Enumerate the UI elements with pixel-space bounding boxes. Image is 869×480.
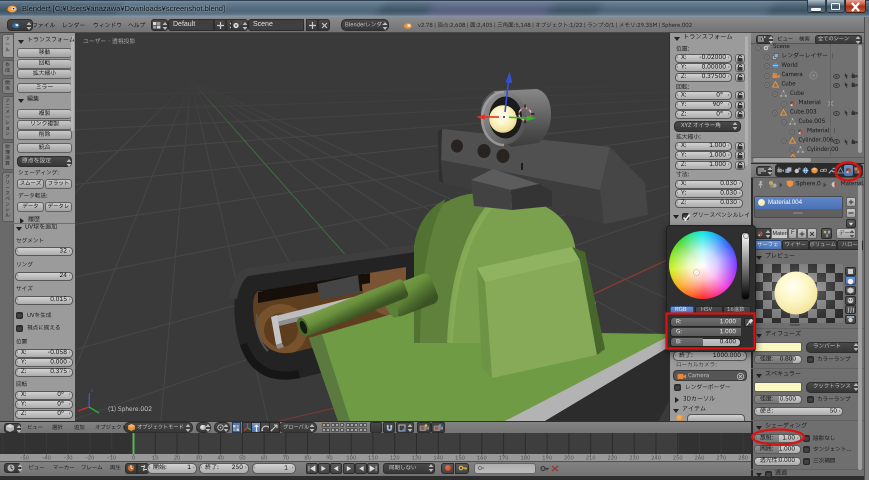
svg-text:z: z: [91, 388, 94, 394]
